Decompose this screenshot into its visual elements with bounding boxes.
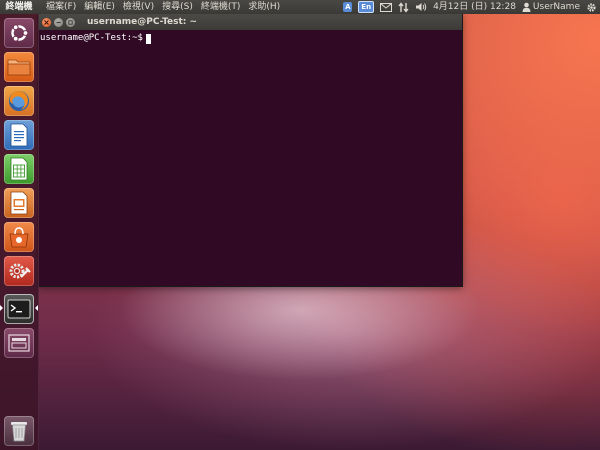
network-indicator[interactable] [398, 1, 409, 13]
language-label: En [358, 1, 375, 13]
window-title: username@PC-Test: ~ [87, 17, 198, 27]
workspace-icon [8, 334, 30, 352]
terminal-window[interactable]: username@PC-Test: ~ username@PC-Test:~$ [38, 14, 462, 286]
terminal-icon [7, 299, 31, 319]
minimize-icon [56, 21, 61, 23]
speaker-icon [416, 3, 427, 11]
launcher-software-center[interactable] [4, 222, 34, 252]
launcher-libreoffice-writer[interactable] [4, 120, 34, 150]
top-panel: 終端機 檔案(F) 編輯(E) 檢視(V) 搜尋(S) 終端機(T) 求助(H)… [0, 0, 600, 14]
launcher-dash-home[interactable] [4, 18, 34, 48]
gear-icon [587, 2, 596, 12]
launcher-libreoffice-impress[interactable] [4, 188, 34, 218]
text-cursor [145, 33, 151, 44]
launcher-firefox[interactable] [4, 86, 34, 116]
session-indicator[interactable] [586, 2, 597, 13]
menu-edit[interactable]: 編輯(E) [80, 0, 119, 14]
language-indicator[interactable]: En [358, 1, 375, 13]
indicator-area: A En 4月12日 (日) 12:28 UserName [340, 0, 600, 14]
keyboard-indicator[interactable]: A [343, 2, 353, 12]
software-center-bag-icon [9, 227, 29, 248]
username-label: UserName [532, 2, 580, 12]
user-menu[interactable]: UserName [522, 0, 580, 14]
launcher-system-settings[interactable] [4, 256, 34, 286]
menu-file[interactable]: 檔案(F) [42, 0, 80, 14]
launcher [0, 14, 39, 450]
window-title-bar[interactable]: username@PC-Test: ~ [38, 14, 462, 30]
launcher-libreoffice-calc[interactable] [4, 154, 34, 184]
terminal-content[interactable]: username@PC-Test:~$ [38, 30, 462, 47]
messaging-indicator[interactable] [380, 2, 393, 12]
maximize-button[interactable] [66, 17, 75, 27]
launcher-workspace-switcher[interactable] [4, 328, 34, 358]
trash-icon [11, 422, 27, 442]
minimize-button[interactable] [54, 17, 63, 27]
launcher-focus-pip-right [35, 305, 38, 311]
shell-prompt: username@PC-Test:~$ [40, 33, 143, 43]
impress-presentation-icon [10, 191, 28, 215]
menu-terminal[interactable]: 終端機(T) [197, 0, 245, 14]
user-icon [522, 2, 531, 12]
clock[interactable]: 4月12日 (日) 12:28 [433, 0, 516, 14]
launcher-trash[interactable] [4, 416, 34, 446]
firefox-icon [9, 91, 29, 111]
folder-icon [7, 59, 31, 76]
menu-search[interactable]: 搜尋(S) [158, 0, 197, 14]
menu-bar: 檔案(F) 編輯(E) 檢視(V) 搜尋(S) 終端機(T) 求助(H) [42, 0, 284, 14]
active-app-name: 終端機 [5, 2, 33, 12]
launcher-files[interactable] [4, 52, 34, 82]
launcher-running-pip-left [0, 305, 3, 311]
sound-indicator[interactable] [415, 2, 427, 12]
calc-spreadsheet-icon [10, 157, 28, 181]
launcher-terminal[interactable] [4, 294, 34, 324]
ubuntu-logo-icon [11, 24, 29, 42]
close-icon [44, 19, 49, 25]
maximize-icon [68, 19, 73, 25]
menu-view[interactable]: 檢視(V) [119, 0, 158, 14]
close-button[interactable] [42, 17, 51, 27]
writer-document-icon [10, 123, 28, 147]
prompt-line[interactable]: username@PC-Test:~$ [40, 33, 460, 44]
envelope-icon [380, 2, 393, 12]
keyboard-icon: A [343, 2, 353, 12]
desktop-background: 終端機 檔案(F) 編輯(E) 檢視(V) 搜尋(S) 終端機(T) 求助(H)… [0, 0, 600, 450]
network-arrows-icon [398, 1, 409, 13]
settings-gear-wrench-icon [9, 263, 31, 279]
menu-help[interactable]: 求助(H) [244, 0, 284, 14]
